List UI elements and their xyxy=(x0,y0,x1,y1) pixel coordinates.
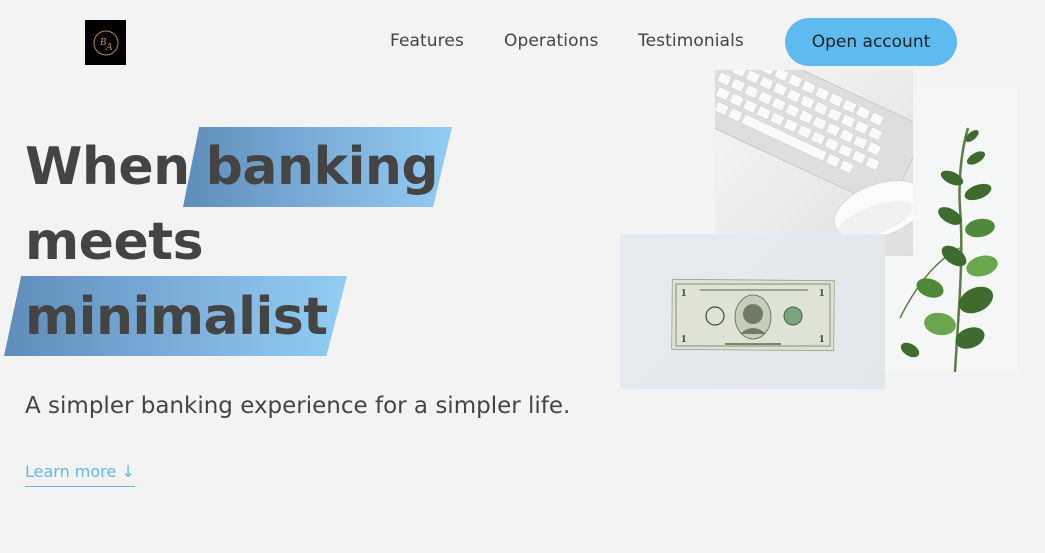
svg-text:1: 1 xyxy=(681,287,687,299)
keyboard-image xyxy=(715,70,913,256)
logo[interactable]: B A xyxy=(85,20,126,65)
nav-link-testimonials[interactable]: Testimonials xyxy=(638,31,744,51)
headline-word-banking: banking xyxy=(205,137,439,197)
svg-text:A: A xyxy=(105,42,113,53)
headline-line-2: meets xyxy=(25,212,204,272)
headline-line-3: minimalist xyxy=(25,287,328,347)
learn-more-link[interactable]: Learn more ↓ xyxy=(25,462,135,487)
svg-text:1: 1 xyxy=(819,333,825,345)
logo-mark-icon: B A xyxy=(93,30,118,55)
svg-text:1: 1 xyxy=(819,287,825,299)
nav-link-operations[interactable]: Operations xyxy=(504,31,598,51)
nav-link-features[interactable]: Features xyxy=(390,31,464,51)
dollar-bill-image: 1 1 1 1 xyxy=(620,234,885,389)
headline-line-1: When banking xyxy=(25,137,439,197)
svg-text:1: 1 xyxy=(681,333,687,345)
page: B A Features Operations Testimonials Ope… xyxy=(0,0,1045,553)
headline-word-when: When xyxy=(25,137,190,197)
open-account-button[interactable]: Open account xyxy=(785,18,957,66)
hero-subtitle: A simpler banking experience for a simpl… xyxy=(25,393,571,419)
